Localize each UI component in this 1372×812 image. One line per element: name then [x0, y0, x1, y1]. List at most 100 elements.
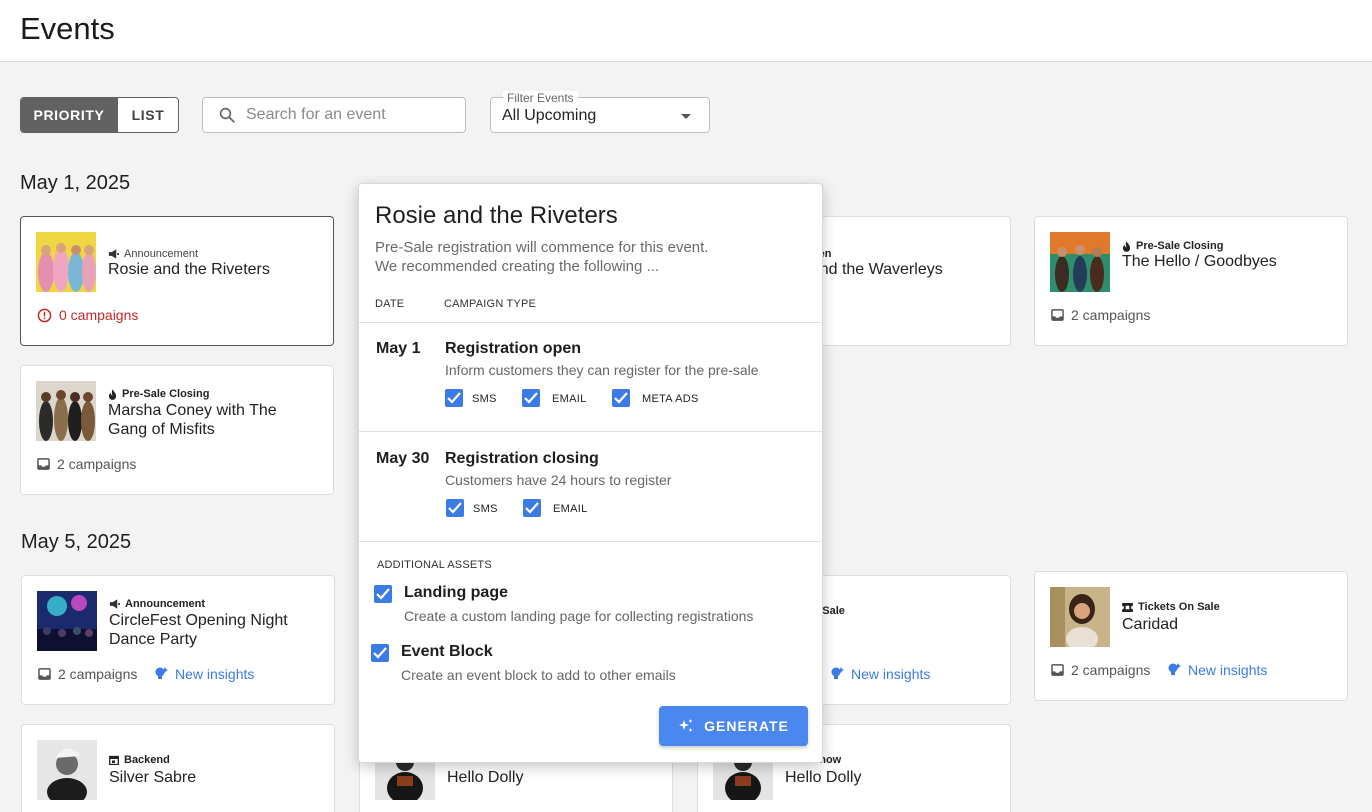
- event-card[interactable]: Announcement CircleFest Opening Night Da…: [21, 575, 335, 705]
- meta-ads-checkbox-label: META ADS: [642, 393, 699, 405]
- filter-label: Filter Events: [503, 91, 578, 105]
- meta-ads-checkbox[interactable]: [612, 389, 630, 407]
- filter-value: All Upcoming: [502, 107, 597, 124]
- divider: [359, 431, 822, 432]
- event-tag: Announcement: [109, 598, 205, 610]
- campaign-date: May 1: [376, 340, 421, 357]
- date-heading: May 1, 2025: [20, 172, 131, 194]
- campaign-count: 0 campaigns: [37, 307, 138, 323]
- fire-icon: [108, 388, 117, 400]
- inbox-icon: [1051, 309, 1064, 321]
- event-title: CircleFest Opening Night Dance Party: [109, 612, 288, 648]
- campaign-recommendation-popover: Rosie and the Riveters Pre-Sale registra…: [358, 183, 823, 763]
- event-title: Rosie and the Riveters: [108, 261, 270, 278]
- filter-events-select[interactable]: Filter Events All Upcoming: [490, 91, 710, 133]
- popover-title: Rosie and the Riveters: [375, 202, 618, 229]
- check-icon: [376, 588, 390, 600]
- landing-page-checkbox[interactable]: [374, 585, 392, 603]
- date-heading: May 5, 2025: [21, 531, 132, 553]
- event-card[interactable]: Pre-Sale Closing Marsha Coney with The G…: [20, 365, 334, 495]
- campaign-title: Registration open: [445, 340, 582, 357]
- event-tag: Backend: [109, 754, 170, 766]
- event-title: Silver Sabre: [109, 769, 197, 786]
- sms-checkbox-label: SMS: [473, 503, 498, 515]
- email-checkbox[interactable]: [522, 389, 540, 407]
- event-card[interactable]: Pre-Sale Closing The Hello / Goodbyes 2 …: [1034, 216, 1348, 346]
- email-checkbox-label: EMAIL: [553, 503, 588, 515]
- campaign-count: 2 campaigns: [1051, 307, 1150, 323]
- event-thumbnail: [37, 591, 97, 651]
- lightbulb-icon: [1168, 663, 1181, 675]
- check-icon: [447, 392, 461, 404]
- megaphone-icon: [109, 599, 120, 609]
- campaign-title: Registration closing: [445, 450, 599, 467]
- column-header-date: DATE: [375, 298, 405, 310]
- event-thumbnail: [1050, 232, 1110, 292]
- campaign-count: 2 campaigns: [38, 666, 137, 682]
- event-tag: Pre-Sale Closing: [1122, 240, 1223, 252]
- list-view-button[interactable]: LIST: [117, 98, 178, 132]
- check-icon: [614, 392, 628, 404]
- asset-subtitle: Create an event block to add to other em…: [401, 667, 676, 683]
- chevron-down-icon: [681, 114, 691, 119]
- search-icon: [219, 107, 235, 123]
- event-title: Caridad: [1122, 616, 1179, 633]
- new-insights-link[interactable]: New insights: [830, 666, 930, 682]
- inbox-icon: [37, 458, 50, 470]
- ticket-icon: [1122, 602, 1133, 612]
- event-card[interactable]: Tickets On Sale Caridad 2 campaigns New …: [1034, 571, 1348, 701]
- campaign-date: May 30: [376, 450, 430, 467]
- new-insights-link[interactable]: New insights: [154, 666, 254, 682]
- asset-title: Event Block: [401, 643, 493, 660]
- sms-checkbox-label: SMS: [472, 393, 497, 405]
- page-title: Events: [20, 11, 115, 46]
- check-icon: [373, 647, 387, 659]
- event-thumbnail: [36, 232, 96, 292]
- priority-view-button[interactable]: PRIORITY: [21, 98, 117, 132]
- event-title: The Hello / Goodbyes: [1122, 253, 1277, 270]
- asset-title: Landing page: [404, 584, 508, 601]
- calendar-icon: [109, 755, 119, 765]
- generate-button[interactable]: GENERATE: [659, 706, 808, 746]
- campaign-count: 2 campaigns: [37, 456, 136, 472]
- lightbulb-icon: [831, 667, 844, 679]
- event-thumbnail: [36, 381, 96, 441]
- event-card[interactable]: Backend Silver Sabre: [21, 724, 335, 812]
- additional-assets-heading: ADDITIONAL ASSETS: [377, 559, 492, 571]
- search-box: [202, 97, 466, 133]
- event-thumbnail: [37, 740, 97, 800]
- email-checkbox[interactable]: [523, 499, 541, 517]
- search-input[interactable]: [246, 104, 456, 126]
- divider: [359, 322, 822, 323]
- lightbulb-icon: [155, 667, 168, 679]
- event-tag: Pre-Sale Closing: [108, 388, 209, 400]
- event-card[interactable]: Announcement Rosie and the Riveters 0 ca…: [20, 216, 334, 346]
- column-header-campaign-type: CAMPAIGN TYPE: [444, 298, 537, 310]
- inbox-icon: [1051, 664, 1064, 676]
- asset-subtitle: Create a custom landing page for collect…: [404, 608, 754, 624]
- campaign-subtitle: Customers have 24 hours to register: [445, 472, 672, 488]
- event-tag: Announcement: [108, 248, 198, 260]
- megaphone-icon: [108, 249, 119, 259]
- check-icon: [524, 392, 538, 404]
- sms-checkbox[interactable]: [445, 389, 463, 407]
- event-tag: Tickets On Sale: [1122, 601, 1220, 613]
- event-title: Hello Dolly: [447, 769, 524, 786]
- campaign-count: 2 campaigns: [1051, 662, 1150, 678]
- sms-checkbox[interactable]: [446, 499, 464, 517]
- inbox-icon: [38, 668, 51, 680]
- event-thumbnail: [1050, 587, 1110, 647]
- email-checkbox-label: EMAIL: [552, 393, 587, 405]
- sparkle-icon: [679, 719, 693, 732]
- fire-icon: [1122, 240, 1131, 252]
- event-title: Hello Dolly: [785, 769, 862, 786]
- view-toggle: PRIORITY LIST: [20, 97, 179, 133]
- check-icon: [525, 502, 539, 514]
- popover-description: Pre-Sale registration will commence for …: [375, 239, 709, 275]
- new-insights-link[interactable]: New insights: [1167, 662, 1267, 678]
- page-header: Events: [0, 0, 1372, 62]
- check-icon: [448, 502, 462, 514]
- event-block-checkbox[interactable]: [371, 644, 389, 662]
- alert-circle-icon: [37, 308, 52, 322]
- campaign-subtitle: Inform customers they can register for t…: [445, 362, 759, 378]
